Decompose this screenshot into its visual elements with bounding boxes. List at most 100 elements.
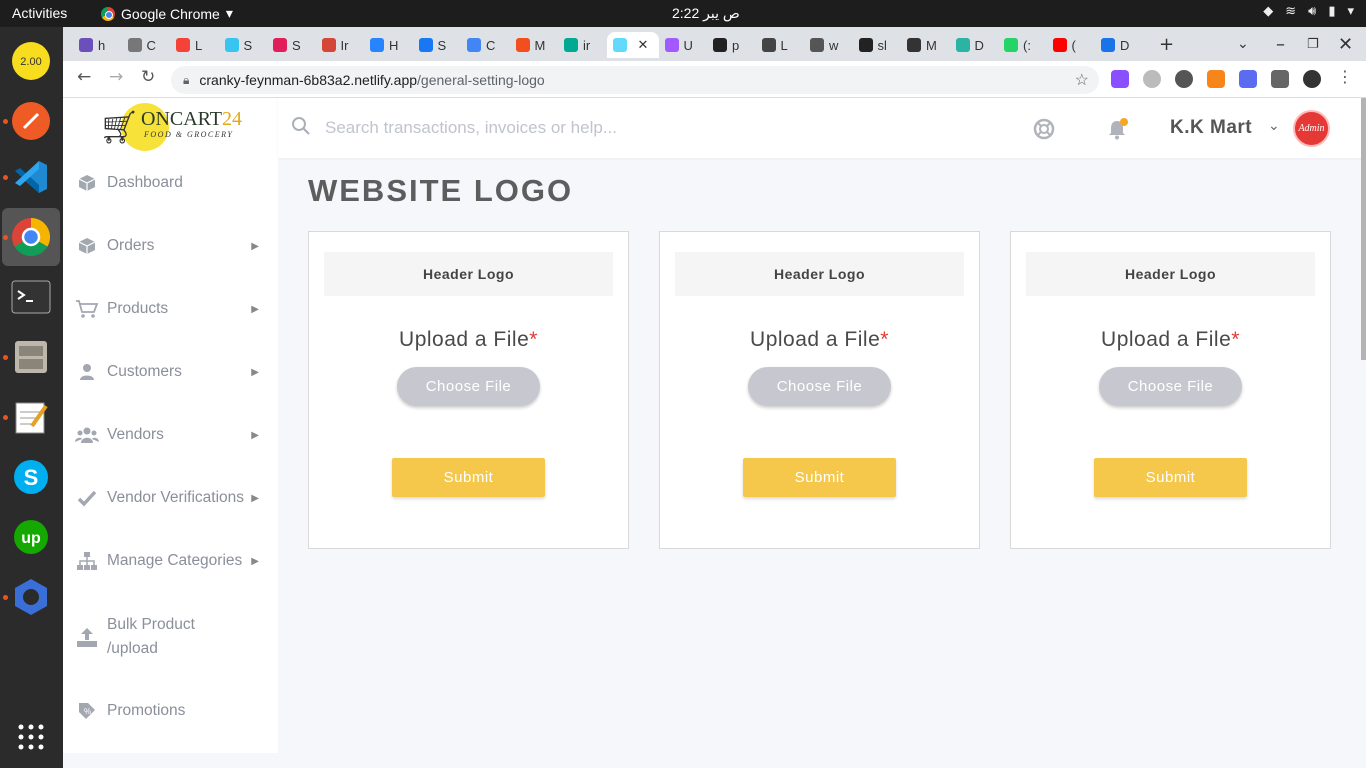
activities-button[interactable]: Activities: [12, 5, 67, 21]
extensions-puzzle-icon[interactable]: [1271, 70, 1289, 88]
browser-tab[interactable]: (: [1047, 32, 1091, 58]
box-icon: [75, 236, 99, 256]
browser-tab[interactable]: h: [73, 32, 117, 58]
metamask-icon[interactable]: [1207, 70, 1225, 88]
admin-avatar[interactable]: Admin: [1293, 110, 1330, 147]
sidebar-item-bulk-product-upload[interactable]: Bulk Product /upload: [75, 612, 265, 662]
sidebar-item-promotions[interactable]: % Promotions: [75, 699, 265, 723]
sidebar-item-label: Vendors: [107, 426, 164, 443]
sidebar-item-dashboard[interactable]: Dashboard: [75, 171, 265, 195]
bookmark-star-icon[interactable]: ☆: [1075, 70, 1089, 90]
dock-app-skype[interactable]: S: [9, 455, 53, 499]
browser-tab[interactable]: Ir: [316, 32, 360, 58]
lock-icon[interactable]: 🔒︎: [183, 73, 189, 88]
browser-tab[interactable]: C: [461, 32, 505, 58]
sidebar-item-customers[interactable]: Customers ▶: [75, 360, 265, 384]
address-bar[interactable]: 🔒︎ cranky-feynman-6b83a2.netlify.app/gen…: [171, 66, 1099, 94]
choose-file-button[interactable]: Choose File: [748, 367, 891, 406]
search-input[interactable]: [325, 114, 925, 142]
extension-bug-icon[interactable]: [1175, 70, 1193, 88]
browser-tab[interactable]: S: [413, 32, 457, 58]
close-tab-icon[interactable]: ✕: [638, 37, 649, 53]
tab-label: ir: [583, 37, 591, 53]
tab-label: D: [974, 37, 984, 53]
browser-tab[interactable]: L: [756, 32, 800, 58]
extension-badge-icon[interactable]: [1239, 70, 1257, 88]
browser-tab[interactable]: H: [364, 32, 408, 58]
show-applications-button[interactable]: [9, 715, 53, 759]
reload-icon[interactable]: ↻: [141, 67, 155, 87]
dock-app-terminal[interactable]: [9, 275, 53, 319]
sidebar-item-orders[interactable]: Orders ▶: [75, 234, 265, 258]
browser-tab[interactable]: S: [267, 32, 311, 58]
browser-tab[interactable]: M: [901, 32, 945, 58]
wifi-icon[interactable]: ≋: [1285, 3, 1296, 19]
extension-globe-icon[interactable]: [1143, 70, 1161, 88]
browser-tab[interactable]: (:: [998, 32, 1042, 58]
terminal-icon: [11, 280, 51, 314]
app-menu[interactable]: Google Chrome ▾: [101, 5, 233, 22]
extension-feather-icon[interactable]: [1111, 70, 1129, 88]
volume-icon[interactable]: 🔊︎: [1308, 3, 1316, 19]
system-tray[interactable]: ◆ ≋ 🔊︎ ▮ ▾: [1263, 3, 1354, 19]
tab-label: C: [146, 37, 156, 53]
browser-tab[interactable]: L: [170, 32, 214, 58]
browser-tab[interactable]: sl: [853, 32, 897, 58]
sidebar-item-manage-categories[interactable]: Manage Categories ▶: [75, 549, 265, 573]
minimize-button[interactable]: –: [1276, 34, 1285, 55]
web-page: 🛒︎ ONCART24 FOOD & GROCERY Dashboard Orde…: [63, 98, 1366, 768]
browser-tab[interactable]: D: [1095, 32, 1139, 58]
store-name[interactable]: K.K Mart: [1170, 117, 1252, 139]
submit-button[interactable]: Submit: [743, 458, 896, 497]
upload-label: Upload a File*: [1101, 328, 1240, 351]
file-cabinet-icon: [15, 341, 47, 373]
battery-icon[interactable]: ▮: [1328, 3, 1335, 19]
tab-favicon-icon: [612, 38, 627, 52]
browser-tab[interactable]: D: [950, 32, 994, 58]
browser-menu-icon[interactable]: ⋮: [1337, 67, 1353, 86]
tab-search-icon[interactable]: ⌄: [1237, 36, 1249, 52]
dock-app-files[interactable]: [3, 335, 53, 379]
maximize-button[interactable]: ❐: [1307, 37, 1319, 52]
dock-app-2do[interactable]: 2.00: [9, 39, 53, 83]
dock-app-upwork[interactable]: up: [9, 515, 53, 559]
dock-app-postman[interactable]: [3, 99, 53, 143]
sidebar-item-vendors[interactable]: Vendors ▶: [75, 423, 265, 447]
tab-favicon-icon: [273, 38, 287, 52]
profile-avatar[interactable]: [1303, 70, 1321, 88]
browser-tab[interactable]: S: [219, 32, 263, 58]
tab-label: sl: [877, 37, 887, 53]
browser-tab[interactable]: U: [659, 32, 703, 58]
network-icon[interactable]: ◆: [1263, 3, 1273, 19]
back-icon[interactable]: ←: [77, 67, 91, 87]
dock-app-chrome[interactable]: [3, 215, 53, 259]
browser-tab[interactable]: ✕: [606, 32, 659, 58]
browser-tab[interactable]: M: [510, 32, 554, 58]
browser-tab[interactable]: w: [804, 32, 848, 58]
sidebar-item-vendor-verifications[interactable]: Vendor Verifications ▶: [75, 486, 265, 510]
chevron-right-icon: ▶: [251, 492, 259, 504]
chevron-down-icon[interactable]: ⌄: [1268, 118, 1280, 134]
clock[interactable]: 2:22 ص يبر: [672, 5, 740, 22]
submit-button[interactable]: Submit: [1094, 458, 1247, 497]
choose-file-button[interactable]: Choose File: [1099, 367, 1242, 406]
submit-button[interactable]: Submit: [392, 458, 545, 497]
browser-tab[interactable]: C: [122, 32, 166, 58]
dock-app-vscode[interactable]: [3, 155, 53, 199]
forward-icon[interactable]: →: [109, 67, 123, 87]
chevron-down-icon[interactable]: ▾: [1347, 3, 1354, 19]
help-lifebuoy-icon[interactable]: [1033, 118, 1055, 140]
browser-tab[interactable]: ir: [558, 32, 602, 58]
notepad-icon: [15, 402, 48, 434]
choose-file-button[interactable]: Choose File: [397, 367, 540, 406]
dock-app-text-editor[interactable]: [3, 395, 53, 439]
sidebar-item-products[interactable]: Products ▶: [75, 297, 265, 321]
oncart-logo[interactable]: 🛒︎ ONCART24 FOOD & GROCERY: [99, 100, 249, 152]
close-window-button[interactable]: ✕: [1338, 34, 1353, 55]
page-scrollbar[interactable]: [1361, 98, 1366, 360]
browser-tab[interactable]: p: [707, 32, 751, 58]
dock-app-hexagon[interactable]: [3, 575, 53, 619]
svg-text:up: up: [21, 530, 41, 547]
new-tab-button[interactable]: +: [1159, 34, 1174, 55]
sitemap-icon: [75, 551, 99, 571]
